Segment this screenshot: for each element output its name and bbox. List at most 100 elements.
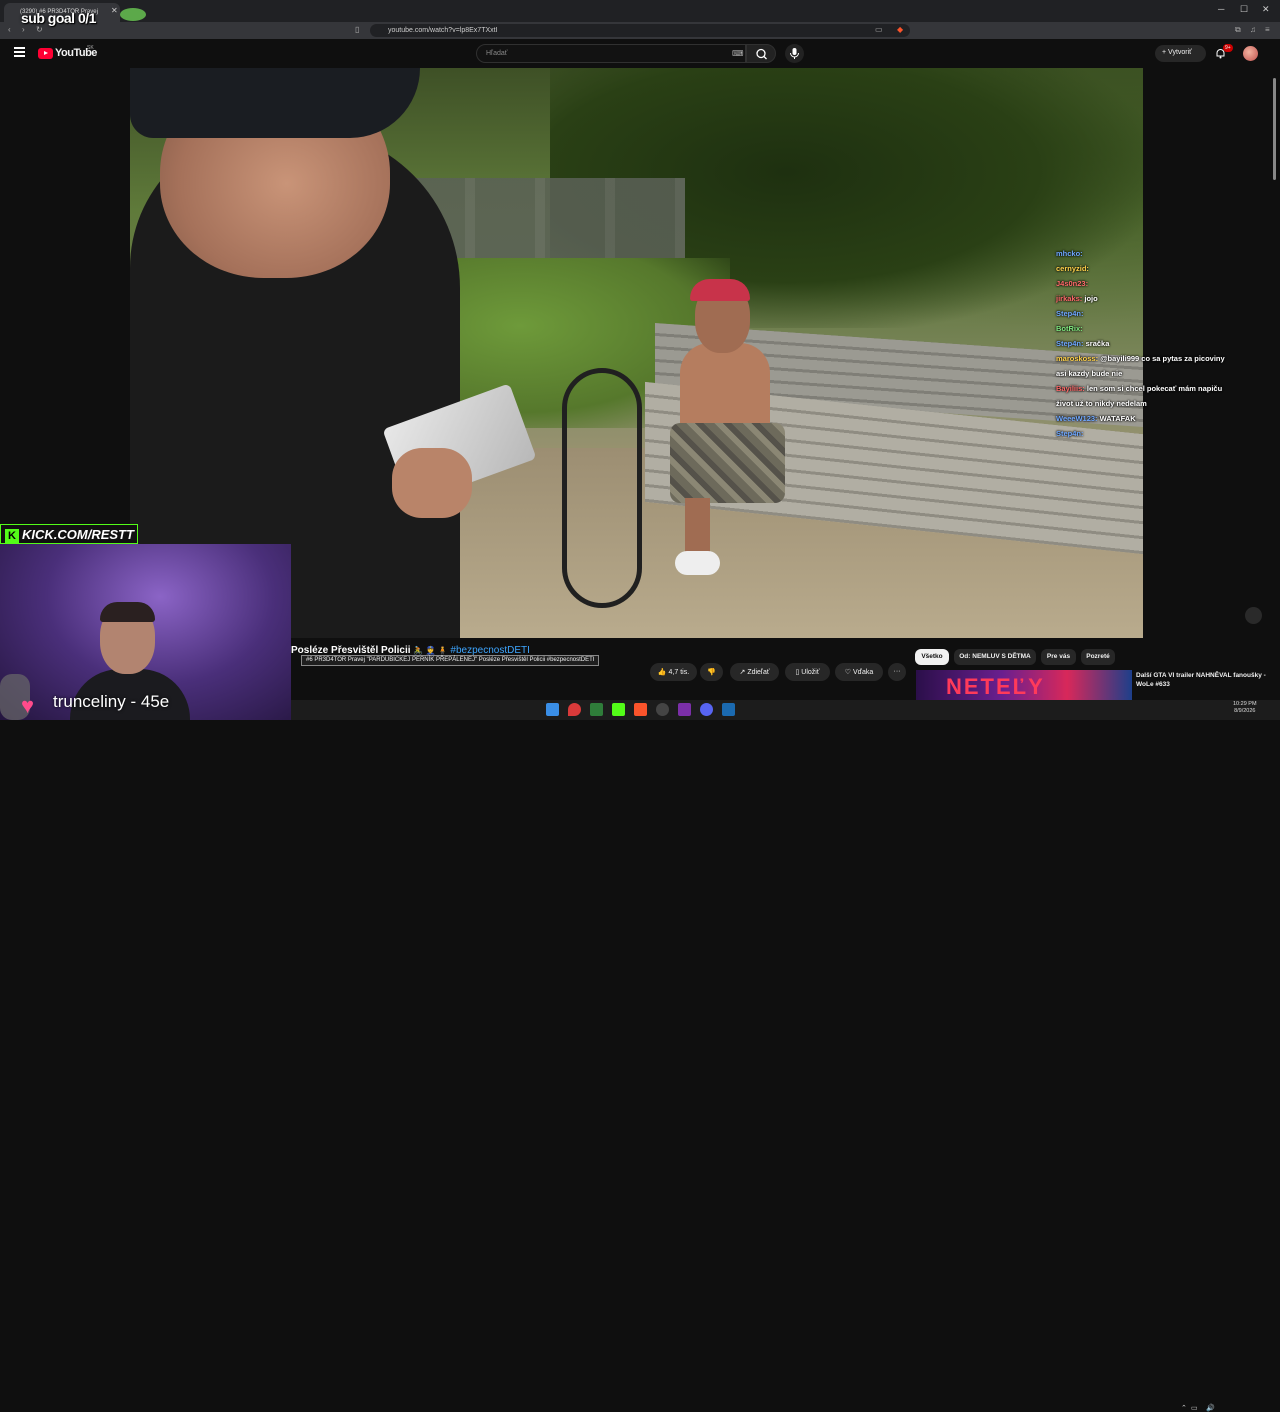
chat-message: cernyzid:	[1056, 261, 1236, 276]
brave-browser-icon[interactable]	[634, 703, 647, 716]
chat-username[interactable]: Step4n:	[1056, 429, 1084, 438]
browser-tab-bar: (3290) #6 PR3D4TOR Pravej ✕ ─ ☐ ✕	[0, 0, 1280, 22]
chip-channel[interactable]: Od: NEMLUV S DĚTMA	[954, 649, 1036, 665]
taskbar-clock[interactable]: 10:29 PM 8/9/2026	[1233, 701, 1257, 715]
music-icon[interactable]: ♫	[1250, 25, 1256, 34]
account-avatar[interactable]	[1243, 46, 1258, 61]
address-bar: ‹ › ↻ ▯ youtube.com/watch?v=lp8Ex7TXxtI …	[0, 22, 1280, 39]
url-text: youtube.com/watch?v=lp8Ex7TXxtI	[388, 27, 498, 34]
chat-message: Step4n: sračka	[1056, 336, 1236, 351]
chip-watched[interactable]: Pozreté	[1081, 649, 1115, 665]
voice-search-button[interactable]	[785, 44, 804, 63]
chat-message: jirkaks: jojo	[1056, 291, 1236, 306]
kick-url: KICK.COM/RESTT	[22, 527, 134, 542]
hamburger-menu-icon[interactable]	[14, 47, 25, 57]
forward-icon[interactable]: ›	[22, 25, 25, 34]
twitch-icon[interactable]	[678, 703, 691, 716]
chat-message: BotRix:	[1056, 321, 1236, 336]
maximize-icon[interactable]: ☐	[1240, 4, 1248, 15]
obs-icon[interactable]	[656, 703, 669, 716]
person-shoe	[675, 551, 720, 575]
brave-shield-icon[interactable]: ◆	[897, 25, 903, 34]
reload-icon[interactable]: ↻	[36, 25, 43, 34]
youtube-header: YouTube SK Hľadať ⌨ + Vytvoriť 9+	[0, 39, 1280, 68]
like-button[interactable]: 👍 4,7 tis.	[650, 663, 697, 681]
webcam-person-hair	[100, 602, 155, 622]
kick-banner: K KICK.COM/RESTT	[0, 524, 138, 544]
chat-username[interactable]: BotRix:	[1056, 324, 1083, 333]
youtube-logo-icon[interactable]	[38, 48, 53, 59]
bookmark-icon[interactable]: ▯	[355, 25, 359, 34]
menu-icon[interactable]: ≡	[1265, 25, 1270, 34]
windows-start-icon[interactable]	[546, 703, 559, 716]
chat-username[interactable]: Step4n:	[1056, 339, 1084, 348]
chip-all[interactable]: Všetko	[915, 649, 949, 665]
chat-username[interactable]: Bayiliis:	[1056, 384, 1085, 393]
chat-text: WATAFAK	[1099, 414, 1136, 423]
notification-badge: 9+	[1223, 44, 1233, 52]
thanks-button[interactable]: ♡ Vďaka	[835, 663, 883, 681]
person-torso	[680, 343, 770, 433]
extensions-icon[interactable]: ⧉	[1235, 25, 1241, 35]
search-placeholder: Hľadať	[486, 50, 508, 57]
search-icon	[756, 48, 767, 60]
create-label: Vytvoriť	[1168, 49, 1192, 56]
chat-username[interactable]: jirkaks:	[1056, 294, 1082, 303]
save-button[interactable]: ▯ Uložiť	[785, 663, 830, 681]
frog-emote-icon	[120, 8, 146, 21]
chat-username[interactable]: Step4n:	[1056, 309, 1084, 318]
video-hand	[392, 448, 472, 518]
thumbs-up-icon: 👍	[657, 669, 669, 676]
chat-message: Step4n:	[1056, 306, 1236, 321]
dislike-button[interactable]: 👎	[700, 663, 723, 681]
chat-username[interactable]: WeeeW123:	[1056, 414, 1098, 423]
title-tooltip: #6 PR3D4TOR Pravej "PARDUBICKEJ PERNÍK P…	[301, 655, 600, 666]
tray-network-icon[interactable]: ▭	[1191, 1404, 1198, 1412]
video-person-seated	[670, 279, 790, 575]
viewer-alert: trunceliny - 45e	[53, 692, 170, 711]
chat-message: J4s0n23:	[1056, 276, 1236, 291]
chat-message: Step4n:	[1056, 426, 1236, 441]
minimize-icon[interactable]: ─	[1218, 4, 1224, 14]
tab-close-icon[interactable]: ✕	[111, 6, 118, 15]
chat-username[interactable]: cernyzid:	[1056, 264, 1089, 273]
chat-message: Bayiliis: len som si chcel pokecať mám n…	[1056, 381, 1236, 411]
kick-app-icon[interactable]	[612, 703, 625, 716]
back-icon[interactable]: ‹	[8, 25, 11, 34]
share-label: Zdieľať	[747, 669, 770, 676]
recommended-title[interactable]: Další GTA VI trailer NAHNĚVAL fanoušky -…	[1136, 671, 1266, 689]
chat-username[interactable]: J4s0n23:	[1056, 279, 1088, 288]
standing-person-cap	[130, 68, 420, 138]
tray-volume-icon[interactable]: 🔊	[1206, 1404, 1215, 1412]
chat-username[interactable]: mhcko:	[1056, 249, 1083, 258]
recommended-thumbnail[interactable]: NETEĽY	[916, 670, 1132, 700]
page-scrollbar[interactable]	[1273, 78, 1276, 180]
chip-for-you[interactable]: Pre vás	[1041, 649, 1076, 665]
chat-username[interactable]: maroskoss:	[1056, 354, 1098, 363]
discord-icon[interactable]	[700, 703, 713, 716]
search-button[interactable]	[746, 44, 776, 63]
video-corner-icon	[1245, 607, 1262, 624]
steam-icon[interactable]	[722, 703, 735, 716]
url-field[interactable]: youtube.com/watch?v=lp8Ex7TXxtI	[370, 24, 910, 37]
thanks-label: Vďaka	[852, 669, 874, 676]
share-button[interactable]: ↗ Zdieľať	[730, 663, 779, 681]
create-button[interactable]: + Vytvoriť	[1155, 45, 1206, 62]
person-shorts	[670, 423, 785, 503]
save-label: Uložiť	[801, 669, 820, 676]
chat-message: mhcko:	[1056, 246, 1236, 261]
excel-icon[interactable]	[590, 703, 603, 716]
cast-icon[interactable]: ▭	[875, 25, 883, 34]
more-actions-button[interactable]: ···	[888, 663, 906, 681]
person-cap	[690, 279, 750, 301]
keyboard-icon[interactable]: ⌨	[732, 49, 744, 58]
thumbs-down-icon: 👎	[707, 669, 716, 676]
clock-time: 10:29 PM	[1233, 701, 1257, 707]
maps-pin-icon[interactable]	[568, 703, 581, 716]
kick-logo-icon: K	[5, 529, 19, 543]
search-input[interactable]: Hľadať	[476, 44, 746, 63]
like-count: 4,7 tis.	[668, 669, 690, 676]
close-window-icon[interactable]: ✕	[1262, 4, 1270, 15]
tray-chevron-icon[interactable]: ⌃	[1181, 1404, 1187, 1412]
thumbnail-text: NETEĽY	[946, 674, 1045, 699]
